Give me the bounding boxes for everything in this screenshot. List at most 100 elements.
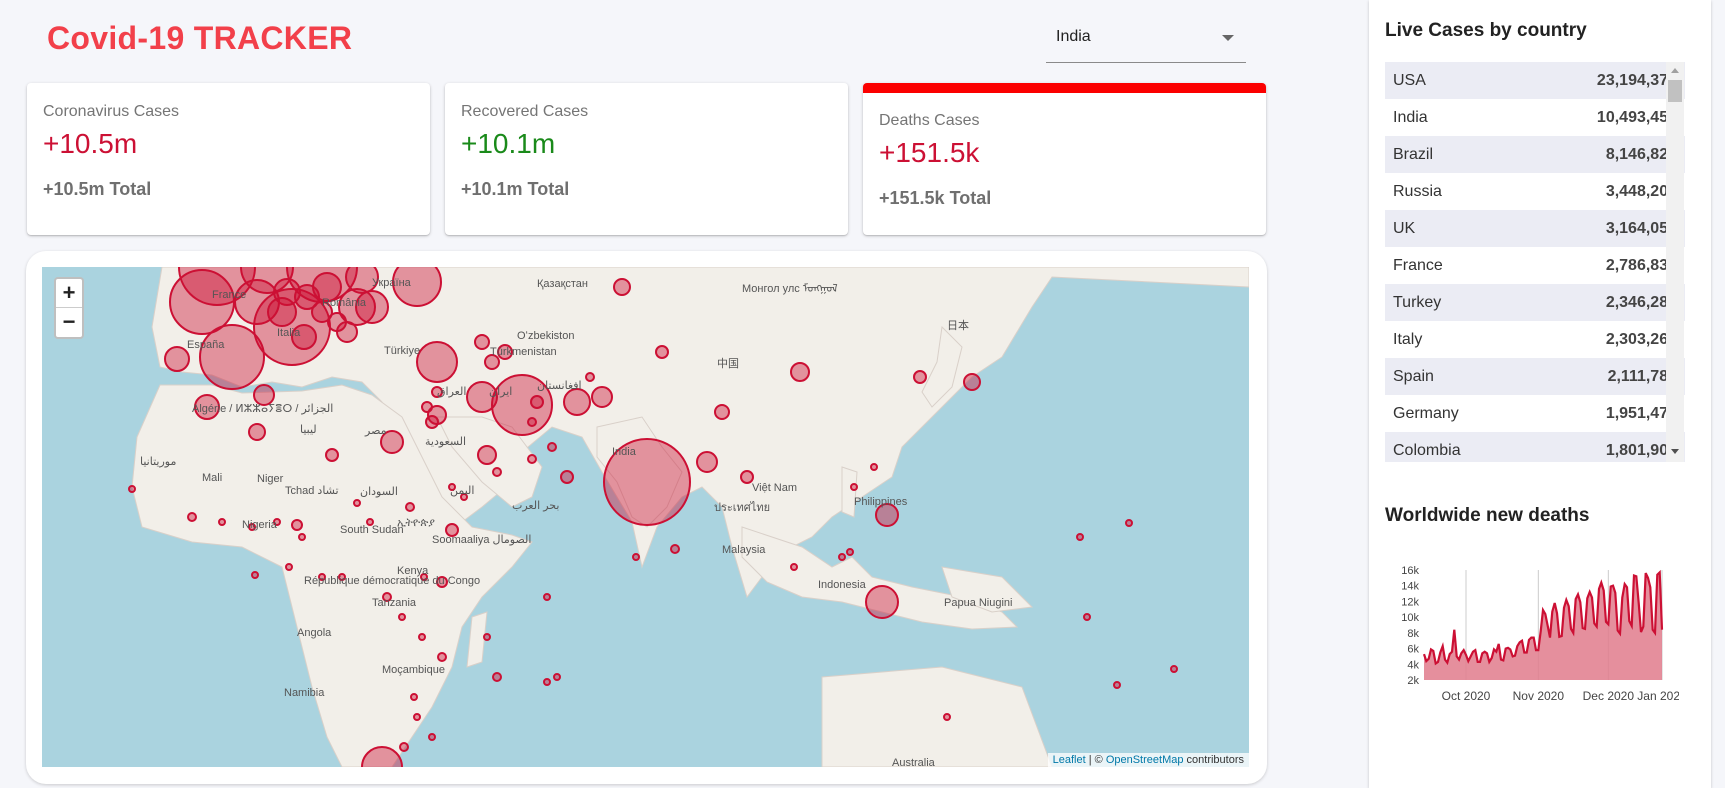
- case-bubble[interactable]: [913, 370, 927, 384]
- case-bubble[interactable]: [963, 373, 981, 391]
- y-tick-label: 14k: [1401, 581, 1419, 593]
- cases-card[interactable]: Coronavirus Cases +10.5m +10.5m Total: [27, 83, 430, 235]
- cases-table[interactable]: USA 23,194,376 India 10,493,457 Brazil 8,146,…: [1385, 62, 1685, 462]
- case-bubble[interactable]: [632, 553, 640, 561]
- card-title: Recovered Cases: [461, 103, 589, 120]
- case-bubble[interactable]: [527, 417, 537, 427]
- case-bubble[interactable]: [483, 633, 491, 641]
- case-bubble[interactable]: [838, 553, 846, 561]
- table-row: UK 3,164,051: [1385, 210, 1685, 247]
- case-bubble[interactable]: [1170, 665, 1178, 673]
- case-bubble[interactable]: [273, 278, 301, 306]
- case-bubble[interactable]: [1083, 613, 1091, 621]
- table-row: Germany 1,951,470: [1385, 395, 1685, 432]
- case-bubble[interactable]: [477, 445, 497, 465]
- case-bubble[interactable]: [1125, 519, 1133, 527]
- case-bubble[interactable]: [199, 324, 265, 390]
- case-bubble[interactable]: [325, 448, 339, 462]
- case-bubble[interactable]: [492, 467, 502, 477]
- case-bubble[interactable]: [416, 341, 458, 383]
- case-bubble[interactable]: [543, 593, 551, 601]
- map-place-label: Australia: [892, 757, 935, 767]
- case-bubble[interactable]: [291, 519, 303, 531]
- table-scrollbar[interactable]: [1666, 62, 1684, 462]
- case-bubble[interactable]: [128, 485, 136, 493]
- card-value: +10.5m: [43, 128, 138, 159]
- country-name: Italy: [1393, 330, 1423, 348]
- map-place-label: ประเทศไทย: [714, 502, 771, 514]
- y-tick-label: 12k: [1401, 596, 1419, 608]
- case-bubble[interactable]: [187, 512, 197, 522]
- map-place-label: Niger: [257, 473, 284, 485]
- country-name: Turkey: [1393, 293, 1442, 311]
- case-bubble[interactable]: [169, 269, 235, 335]
- map-attribution: Leaflet | © OpenStreetMap contributors: [1047, 753, 1249, 767]
- case-bubble[interactable]: [870, 463, 878, 471]
- case-bubble[interactable]: [613, 278, 631, 296]
- country-name: Colombia: [1393, 441, 1461, 459]
- world-map[interactable]: + − France España Italia România Україна Қаза…: [42, 267, 1249, 767]
- case-bubble[interactable]: [714, 404, 730, 420]
- zoom-in-button[interactable]: +: [56, 279, 82, 308]
- case-bubble[interactable]: [865, 585, 899, 619]
- case-bubble[interactable]: [547, 442, 557, 452]
- deaths-card[interactable]: Deaths Cases +151.5k +151.5k Total: [863, 83, 1266, 235]
- card-value: +10.1m: [461, 128, 556, 159]
- case-bubble[interactable]: [553, 673, 561, 681]
- country-select[interactable]: India: [1046, 22, 1246, 63]
- case-bubble[interactable]: [251, 571, 259, 579]
- map-place-label: ኢትዮጵያ: [397, 517, 435, 529]
- case-bubble[interactable]: [218, 518, 226, 526]
- case-bubble[interactable]: [164, 346, 190, 372]
- case-bubble[interactable]: [474, 334, 490, 350]
- map-place-label: Монгол улс ᠮᠤᠩᠭᠤᠯ: [742, 283, 838, 295]
- map-place-label: السعودية: [425, 436, 467, 448]
- map-place-label: Algérie / ⵍⵣⵣⴰⵢⴻⵔ / الجزائر: [192, 403, 334, 415]
- case-bubble[interactable]: [846, 548, 854, 556]
- scroll-down-icon[interactable]: [1671, 449, 1679, 454]
- case-bubble[interactable]: [543, 678, 551, 686]
- case-bubble[interactable]: [527, 454, 537, 464]
- scroll-up-icon[interactable]: [1671, 68, 1679, 73]
- case-bubble[interactable]: [413, 713, 421, 721]
- case-bubble[interactable]: [425, 415, 439, 429]
- case-bubble[interactable]: [428, 733, 436, 741]
- case-bubble[interactable]: [943, 713, 951, 721]
- leaflet-link[interactable]: Leaflet: [1053, 754, 1086, 766]
- case-bubble[interactable]: [298, 533, 306, 541]
- case-bubble[interactable]: [585, 372, 595, 382]
- case-bubble[interactable]: [492, 672, 502, 682]
- case-bubble[interactable]: [850, 483, 858, 491]
- case-bubble[interactable]: [398, 613, 406, 621]
- map-place-label: مصر: [365, 425, 387, 437]
- case-bubble[interactable]: [336, 321, 358, 343]
- table-title: Live Cases by country: [1385, 20, 1587, 41]
- new-deaths-chart: Oct 2020 Nov 2020 Dec 2020Jan 2021 2k 4k 6k 8k…: [1401, 565, 1679, 703]
- case-bubble[interactable]: [399, 742, 409, 752]
- case-bubble[interactable]: [418, 633, 426, 641]
- case-bubble[interactable]: [353, 499, 361, 507]
- card-title: Coronavirus Cases: [43, 103, 180, 120]
- map-place-label: India: [612, 446, 636, 458]
- case-bubble[interactable]: [790, 362, 810, 382]
- case-bubble[interactable]: [790, 563, 798, 571]
- case-bubble[interactable]: [248, 423, 266, 441]
- table-row: Russia 3,448,203: [1385, 173, 1685, 210]
- osm-link[interactable]: OpenStreetMap: [1106, 754, 1184, 766]
- zoom-out-button[interactable]: −: [56, 308, 82, 337]
- case-bubble[interactable]: [655, 345, 669, 359]
- recovered-card[interactable]: Recovered Cases +10.1m +10.1m Total: [445, 83, 848, 235]
- case-bubble[interactable]: [285, 563, 293, 571]
- case-bubble[interactable]: [560, 470, 574, 484]
- case-bubble[interactable]: [696, 451, 718, 473]
- case-bubble[interactable]: [591, 386, 613, 408]
- case-bubble[interactable]: [410, 693, 418, 701]
- case-bubble[interactable]: [670, 544, 680, 554]
- case-bubble[interactable]: [563, 388, 591, 416]
- card-total: +151.5k Total: [879, 188, 992, 208]
- scroll-thumb[interactable]: [1668, 80, 1682, 102]
- case-bubble[interactable]: [1113, 681, 1121, 689]
- case-bubble[interactable]: [405, 502, 415, 512]
- case-bubble[interactable]: [437, 652, 447, 662]
- case-bubble[interactable]: [1076, 533, 1084, 541]
